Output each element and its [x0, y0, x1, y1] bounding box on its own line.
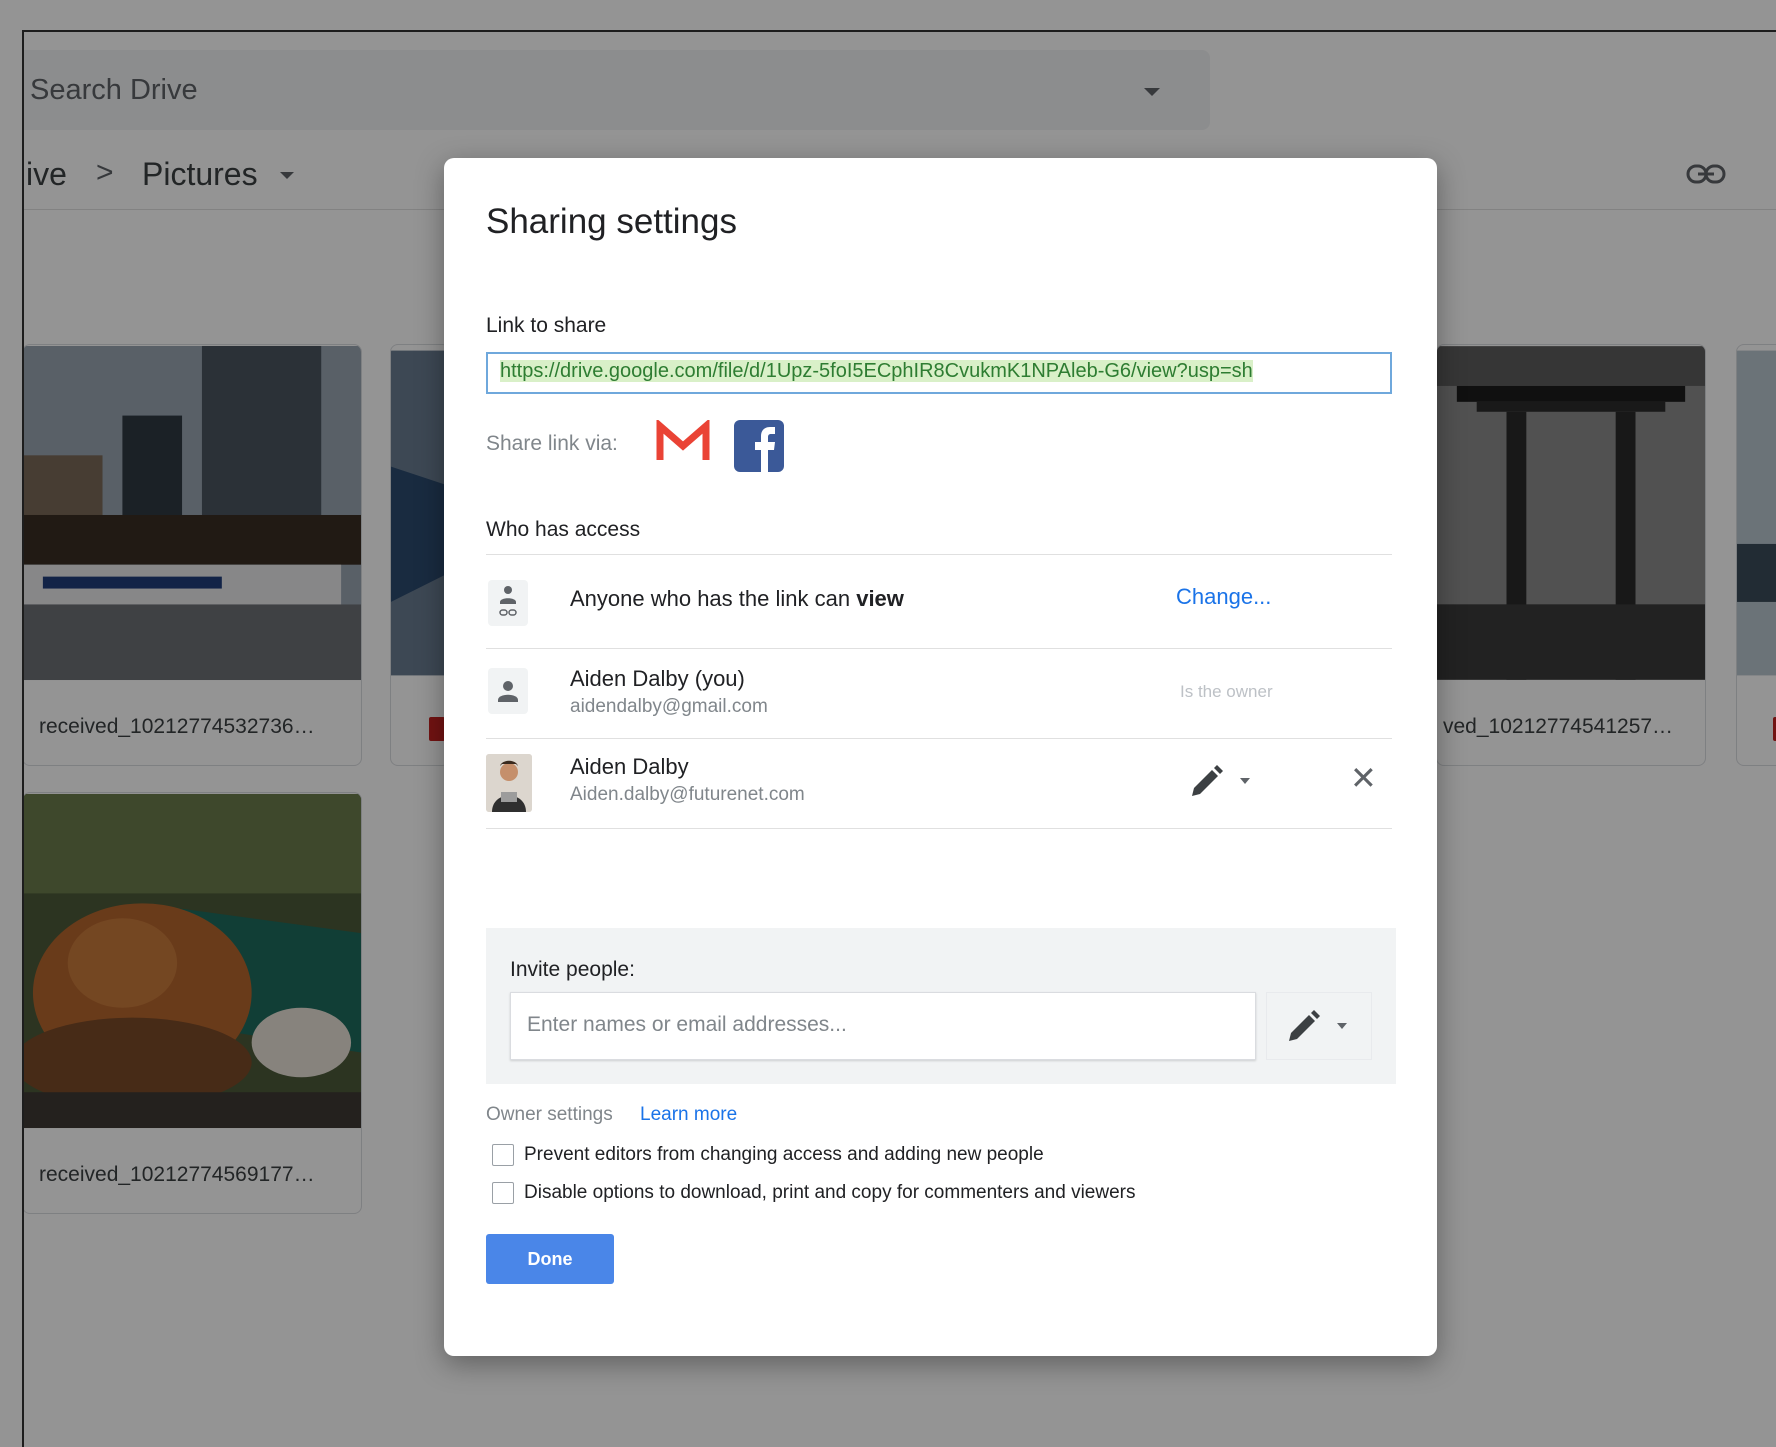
- person-name: Aiden Dalby (you): [570, 666, 745, 691]
- link-access-row: Anyone who has the link can view Change.…: [486, 560, 1392, 646]
- dialog-title: Sharing settings: [486, 202, 737, 241]
- gmail-icon[interactable]: [654, 420, 712, 464]
- invite-people-label: Invite people:: [510, 958, 635, 981]
- link-access-level: view: [856, 586, 904, 611]
- permission-dropdown[interactable]: [1186, 762, 1256, 802]
- chevron-down-icon: [1240, 778, 1250, 784]
- pencil-icon: [1289, 1010, 1320, 1041]
- link-access-description: Anyone who has the link can view: [570, 586, 904, 612]
- share-via-label: Share link via:: [486, 432, 618, 455]
- divider: [486, 554, 1392, 555]
- invite-people-section: Invite people: Enter names or email addr…: [486, 928, 1396, 1084]
- person-email: Aiden.dalby@futurenet.com: [570, 784, 805, 805]
- chevron-down-icon: [1337, 1023, 1347, 1029]
- disable-download-label: Disable options to download, print and c…: [524, 1182, 1136, 1203]
- change-link-access-button[interactable]: Change...: [1176, 584, 1271, 610]
- link-access-text: Anyone who has the link can: [570, 586, 851, 611]
- pencil-icon: [1192, 765, 1223, 796]
- prevent-editors-label: Prevent editors from changing access and…: [524, 1144, 1044, 1165]
- share-link-field[interactable]: https://drive.google.com/file/d/1Upz-5fo…: [486, 352, 1392, 394]
- avatar: [486, 754, 532, 812]
- share-link-url: https://drive.google.com/file/d/1Upz-5fo…: [500, 360, 1253, 382]
- person-name: Aiden Dalby: [570, 754, 689, 779]
- sharing-settings-dialog: Sharing settings Link to share https://d…: [444, 158, 1437, 1356]
- invite-permission-dropdown[interactable]: [1266, 992, 1372, 1060]
- link-to-share-label: Link to share: [486, 314, 607, 337]
- owner-settings-label: Owner settings: [486, 1104, 613, 1125]
- person-row: Aiden Dalby (you) aidendalby@gmail.com I…: [486, 652, 1392, 738]
- facebook-icon[interactable]: [734, 420, 784, 472]
- owner-role-label: Is the owner: [1180, 682, 1273, 701]
- who-has-access-label: Who has access: [486, 518, 641, 541]
- person-row: Aiden Dalby Aiden.dalby@futurenet.com ✕: [486, 742, 1392, 828]
- done-button[interactable]: Done: [486, 1234, 614, 1284]
- disable-download-checkbox[interactable]: [492, 1182, 514, 1204]
- link-visibility-icon: [488, 580, 528, 626]
- divider: [486, 828, 1392, 829]
- divider: [486, 738, 1392, 739]
- invite-people-placeholder: Enter names or email addresses...: [527, 1013, 847, 1036]
- divider: [486, 648, 1392, 649]
- invite-people-input[interactable]: Enter names or email addresses...: [510, 992, 1256, 1060]
- remove-person-button[interactable]: ✕: [1350, 762, 1377, 794]
- learn-more-link[interactable]: Learn more: [640, 1104, 737, 1126]
- prevent-editors-checkbox[interactable]: [492, 1144, 514, 1166]
- person-icon: [488, 668, 528, 714]
- person-email: aidendalby@gmail.com: [570, 696, 768, 717]
